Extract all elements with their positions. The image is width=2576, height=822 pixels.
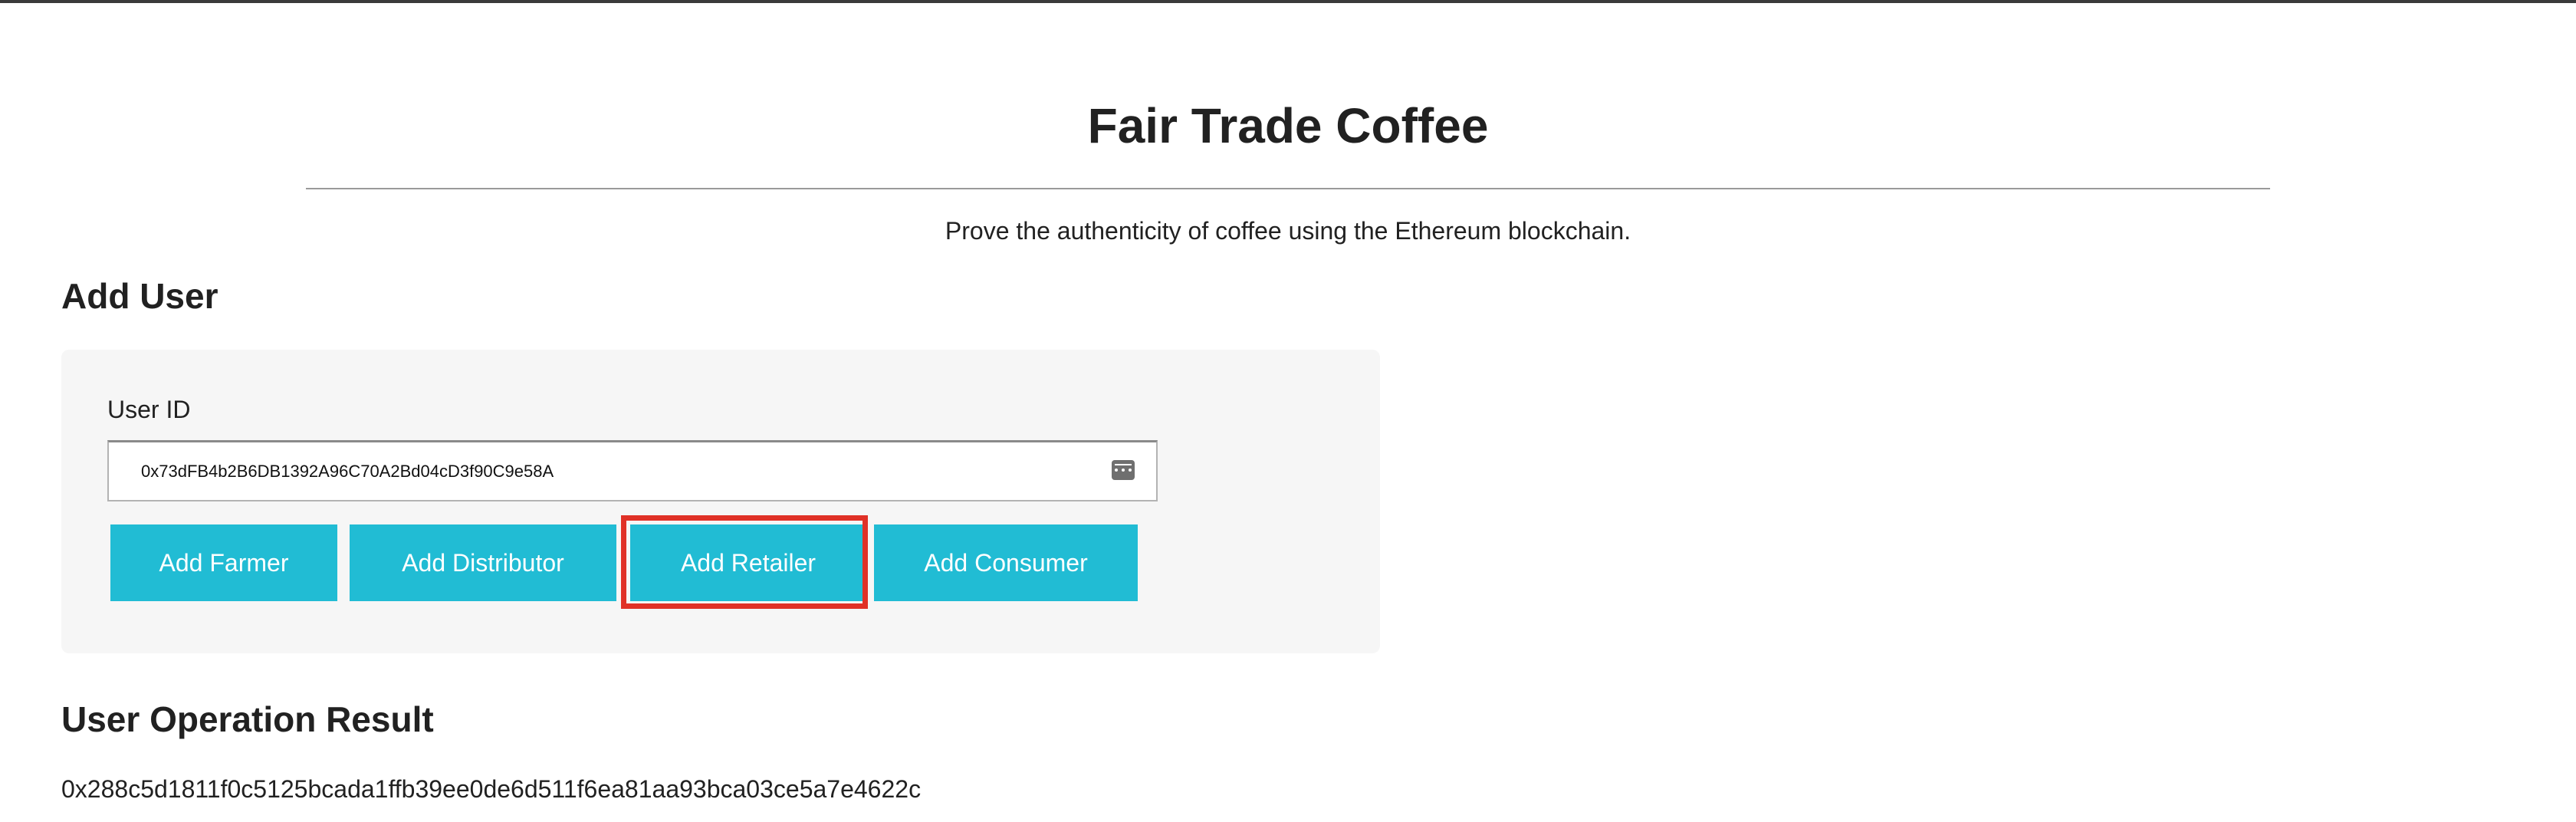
add-retailer-button[interactable]: Add Retailer	[630, 524, 866, 601]
page-tagline: Prove the authenticity of coffee using t…	[945, 217, 1631, 245]
user-id-field	[107, 440, 1158, 501]
user-operation-result-heading: User Operation Result	[61, 699, 434, 739]
add-farmer-button[interactable]: Add Farmer	[110, 524, 337, 601]
autofill-icon[interactable]	[1112, 460, 1135, 480]
add-distributor-button[interactable]: Add Distributor	[350, 524, 616, 601]
page-title: Fair Trade Coffee	[1087, 98, 1489, 153]
user-operation-result-value: 0x288c5d1811f0c5125bcada1ffb39ee0de6d511…	[61, 775, 922, 803]
user-id-input[interactable]	[109, 442, 1156, 500]
window-top-border	[0, 0, 2576, 3]
user-id-label: User ID	[107, 396, 191, 423]
title-divider	[306, 188, 2270, 189]
add-consumer-button[interactable]: Add Consumer	[874, 524, 1138, 601]
add-user-heading: Add User	[61, 276, 219, 316]
add-user-panel	[61, 350, 1380, 653]
